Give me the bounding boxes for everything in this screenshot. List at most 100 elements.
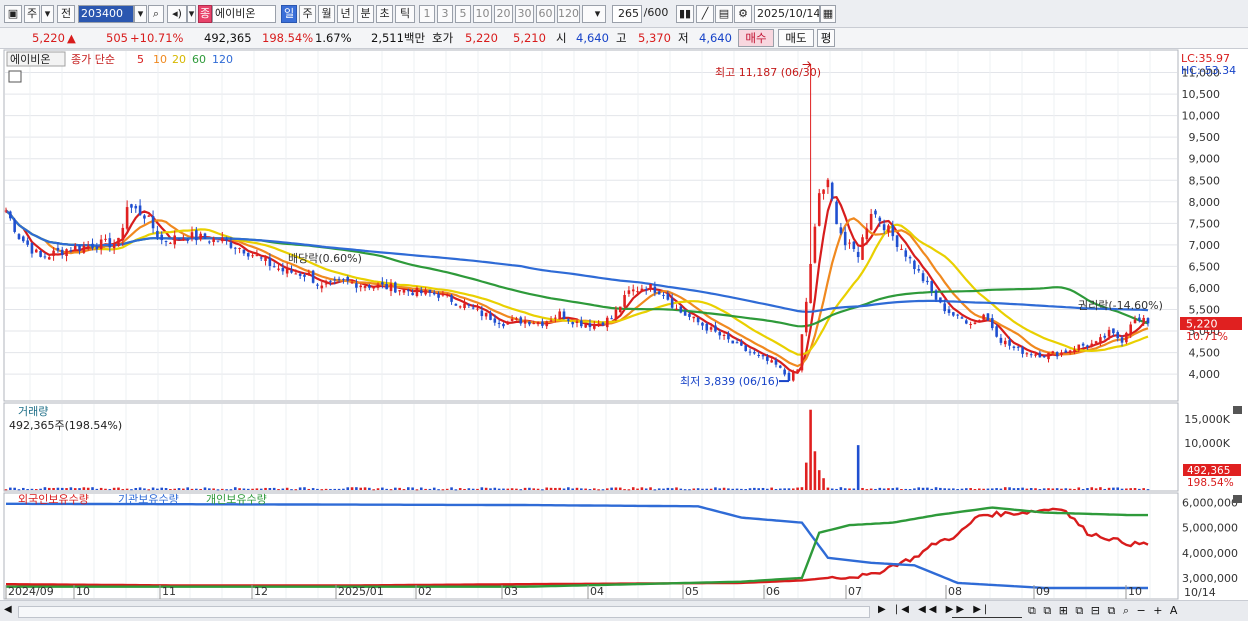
- volume-bar: [774, 489, 778, 491]
- period-second-button[interactable]: 초: [376, 5, 393, 23]
- candle-body: [329, 280, 332, 282]
- volume-bar: [843, 488, 847, 490]
- volume-bar: [722, 487, 726, 490]
- settings-icon[interactable]: ⚙: [734, 5, 752, 23]
- volume-bar: [817, 470, 821, 490]
- candle-body: [709, 327, 713, 330]
- interval-dropdown[interactable]: ▾: [582, 5, 606, 23]
- volume-bar: [662, 488, 665, 490]
- stock-code-input[interactable]: 203400: [78, 5, 134, 23]
- volume-bar: [770, 487, 773, 490]
- interval-60-button[interactable]: 60: [536, 5, 555, 23]
- candle-body: [584, 324, 587, 328]
- change-amount: 505: [106, 31, 128, 45]
- period-tick-button[interactable]: 틱: [395, 5, 415, 23]
- period-day-button[interactable]: 일: [281, 5, 297, 23]
- calendar-icon[interactable]: ▦: [820, 5, 836, 23]
- candle-body: [718, 331, 722, 336]
- volume-tick-label: 15,000K: [1184, 413, 1230, 426]
- volume-bar: [86, 487, 90, 490]
- candle-body: [978, 320, 981, 322]
- buy-button[interactable]: 매수: [738, 29, 774, 47]
- bar-count-input[interactable]: 265: [612, 5, 642, 23]
- change-percent: +10.71%: [130, 31, 184, 45]
- candle-body: [947, 309, 951, 313]
- save-icon[interactable]: ▤: [715, 5, 733, 23]
- volume-bar: [852, 488, 856, 490]
- interval-20-button[interactable]: 20: [494, 5, 513, 23]
- period-month-button[interactable]: 월: [318, 5, 335, 23]
- candle-body: [407, 290, 410, 292]
- candle-body: [804, 301, 808, 333]
- volume-bar: [13, 487, 16, 490]
- scroll-track[interactable]: [18, 606, 870, 618]
- candle-body: [770, 360, 773, 363]
- candle-body: [675, 308, 678, 310]
- table-toggle-icon[interactable]: [8, 70, 22, 83]
- candle-body: [926, 280, 929, 283]
- candle-body: [385, 284, 388, 290]
- volume-bar: [800, 487, 804, 490]
- search-icon[interactable]: ⌕: [148, 5, 164, 23]
- stock-chart[interactable]: 4,0004,5005,0005,5006,0006,5007,0007,500…: [0, 49, 1248, 600]
- investor-close-icon[interactable]: [1233, 495, 1242, 503]
- interval-5-button[interactable]: 5: [455, 5, 471, 23]
- period-year-button[interactable]: 년: [337, 5, 354, 23]
- candle-body: [307, 272, 311, 275]
- candle-body: [601, 322, 605, 326]
- market-dropdown-icon[interactable]: ▾: [41, 5, 54, 23]
- candle-body: [91, 243, 94, 249]
- date-input[interactable]: 2025/10/14: [754, 5, 820, 23]
- volume-bar: [450, 487, 453, 490]
- candle-body: [528, 321, 531, 325]
- speaker-icon[interactable]: ◂): [167, 5, 187, 23]
- draw-tool-icon[interactable]: ╱: [696, 5, 714, 23]
- stock-name-field[interactable]: 에이비온: [212, 5, 276, 23]
- volume-bar: [1016, 488, 1020, 490]
- volume-bar: [580, 488, 583, 490]
- volume-close-icon[interactable]: [1233, 406, 1242, 414]
- scroll-left-icon[interactable]: ◀: [4, 604, 14, 618]
- volume-bar: [355, 487, 358, 490]
- volume-bar: [783, 488, 786, 490]
- candle-body: [437, 294, 440, 298]
- volume-bar: [467, 488, 471, 490]
- volume-bar: [242, 488, 246, 490]
- zoom-slider[interactable]: [952, 605, 1022, 618]
- candle-body: [701, 322, 704, 326]
- volume-bar: [869, 488, 873, 490]
- interval-1-button[interactable]: 1: [419, 5, 435, 23]
- candle-body: [506, 321, 510, 325]
- candle-body: [649, 283, 652, 290]
- window-menu-icon[interactable]: ▣: [4, 5, 22, 23]
- volume-bar: [1034, 488, 1037, 490]
- sell-button[interactable]: 매도: [778, 29, 814, 47]
- candle-body: [242, 249, 246, 254]
- volume-bar: [653, 489, 657, 491]
- volume-bar: [545, 487, 549, 490]
- evaluate-button[interactable]: 평: [817, 29, 835, 47]
- prev-button[interactable]: 전: [57, 5, 75, 23]
- interval-10-button[interactable]: 10: [473, 5, 492, 23]
- volume-bar: [995, 488, 998, 490]
- date-tick-label: 09: [1036, 585, 1050, 598]
- period-week-button[interactable]: 주: [299, 5, 316, 23]
- bar-adjust-icon[interactable]: ▮▮: [676, 5, 694, 23]
- candle-body: [722, 334, 726, 336]
- interval-3-button[interactable]: 3: [437, 5, 453, 23]
- candle-body: [394, 282, 397, 293]
- market-select[interactable]: 주: [24, 5, 40, 23]
- chart-tools-icon[interactable]: ⧉ ⧉ ⊞ ⧉ ⊟ ⧉ ⌕ − + A: [1028, 604, 1179, 618]
- candle-body: [355, 283, 358, 288]
- volume-bar: [506, 488, 510, 490]
- period-minute-button[interactable]: 분: [357, 5, 374, 23]
- volume-bar: [484, 487, 488, 490]
- speaker-dropdown-icon[interactable]: ▾: [187, 5, 196, 23]
- interval-30-button[interactable]: 30: [515, 5, 534, 23]
- volume-bar: [1086, 488, 1089, 490]
- code-dropdown-icon[interactable]: ▾: [134, 5, 147, 23]
- interval-120-button[interactable]: 120: [557, 5, 580, 23]
- candle-body: [1060, 352, 1063, 356]
- volume-bar: [385, 488, 388, 490]
- volume-bar: [536, 488, 540, 490]
